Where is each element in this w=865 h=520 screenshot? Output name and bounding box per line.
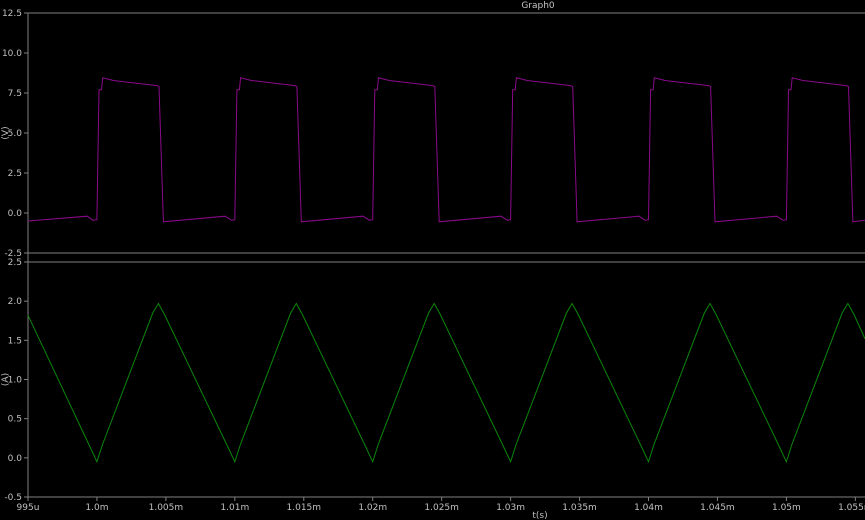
top-y-axis-unit-label: (V) xyxy=(1,126,11,139)
x-tick-label: 1.01m xyxy=(220,503,249,513)
waveform-chart: 12.510.07.55.02.50.0-2.5(V)2.52.01.51.00… xyxy=(0,0,865,520)
x-tick-label: 1.005m xyxy=(149,503,184,513)
x-tick-label: 1.0m xyxy=(85,503,108,513)
top-y-tick-label: 0.0 xyxy=(8,209,23,219)
bottom-y-tick-label: 1.5 xyxy=(8,336,22,346)
bottom-y-tick-label: 0.0 xyxy=(8,454,23,464)
top-y-tick-label: 12.5 xyxy=(2,9,22,19)
x-tick-label: 1.025m xyxy=(424,503,459,513)
x-tick-label: 1.03m xyxy=(496,503,525,513)
x-axis-unit-label: t(s) xyxy=(532,511,547,520)
bottom-y-axis-unit-label: (A) xyxy=(1,373,11,386)
x-tick-label: 1.05m xyxy=(772,503,801,513)
x-tick-label: 995u xyxy=(17,503,40,513)
bottom-y-tick-label: 0.5 xyxy=(8,415,22,425)
graph-window: Graph0 12.510.07.55.02.50.0-2.5(V)2.52.0… xyxy=(0,0,865,520)
top-y-tick-label: 7.5 xyxy=(8,89,22,99)
x-tick-label: 1.055m xyxy=(838,503,865,513)
x-tick-label: 1.04m xyxy=(634,503,663,513)
x-tick-label: 1.015m xyxy=(287,503,322,513)
bottom-y-tick-label: 2.0 xyxy=(8,297,23,307)
bottom-y-tick-label: 2.5 xyxy=(8,258,22,268)
top-plot-area[interactable] xyxy=(28,13,865,253)
x-tick-label: 1.035m xyxy=(562,503,597,513)
x-tick-label: 1.02m xyxy=(358,503,387,513)
bottom-plot-area[interactable] xyxy=(28,262,865,497)
bottom-y-tick-label: -0.5 xyxy=(4,493,22,503)
top-y-tick-label: 10.0 xyxy=(2,49,22,59)
top-y-tick-label: 2.5 xyxy=(8,169,22,179)
x-tick-label: 1.045m xyxy=(700,503,735,513)
